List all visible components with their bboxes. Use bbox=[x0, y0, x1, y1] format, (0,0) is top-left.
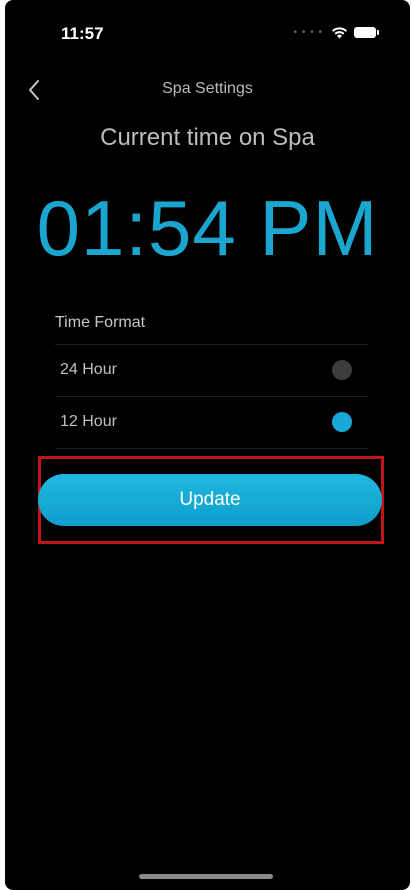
radio-unselected-icon[interactable] bbox=[332, 360, 352, 380]
time-format-option-24-hour[interactable]: 24 Hour bbox=[55, 344, 368, 397]
status-bar: 11:57 • • • • bbox=[5, 0, 410, 64]
page-title: Spa Settings bbox=[162, 80, 253, 97]
update-button[interactable]: Update bbox=[38, 474, 382, 526]
radio-selected-icon[interactable] bbox=[332, 412, 352, 432]
option-label: 24 Hour bbox=[60, 361, 117, 378]
current-time-display: 01:54 PM bbox=[36, 184, 379, 272]
status-time: 11:57 bbox=[61, 24, 104, 43]
battery-icon bbox=[354, 27, 379, 38]
current-time-heading: Current time on Spa bbox=[100, 124, 315, 151]
signal-dots-icon: • • • • bbox=[293, 26, 323, 38]
home-indicator[interactable] bbox=[139, 874, 273, 879]
option-label: 12 Hour bbox=[60, 413, 117, 430]
app-screen: 11:57 • • • • Spa Settings Current time … bbox=[5, 0, 410, 890]
status-icons: • • • • bbox=[293, 26, 379, 39]
nav-bar: Spa Settings bbox=[5, 70, 410, 110]
time-format-label: Time Format bbox=[55, 304, 368, 345]
time-format-option-12-hour[interactable]: 12 Hour bbox=[55, 396, 368, 449]
wifi-icon bbox=[332, 27, 347, 39]
